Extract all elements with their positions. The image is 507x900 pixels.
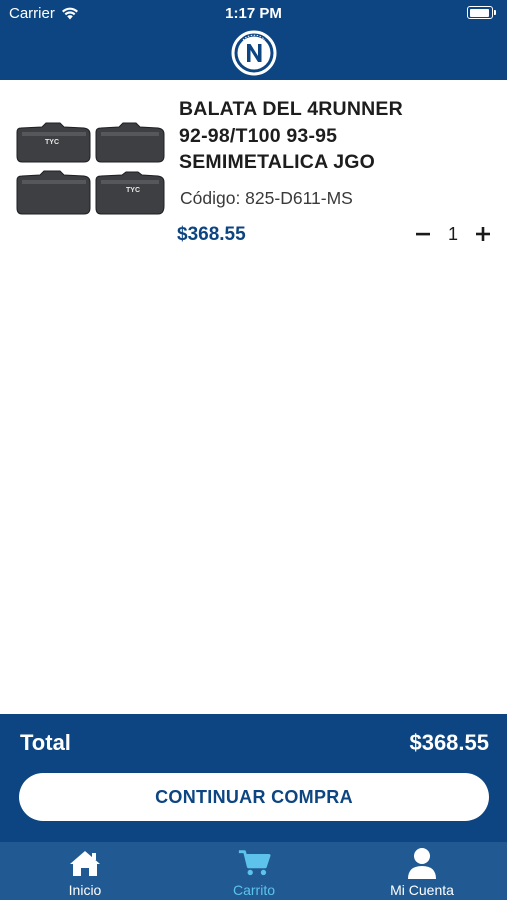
total-label: Total xyxy=(20,730,71,755)
quantity-stepper: 1 xyxy=(410,220,496,248)
checkout-panel: Total $368.55 CONTINUAR COMPRA xyxy=(0,714,507,842)
continue-purchase-button[interactable]: CONTINUAR COMPRA xyxy=(19,773,489,821)
increase-quantity-button[interactable] xyxy=(470,221,496,247)
cart-item: TYC TYC BALATA DEL 4RUNNER 92-98/T100 93… xyxy=(0,80,507,260)
product-title-line: BALATA DEL 4RUNNER xyxy=(179,98,403,120)
tab-label: Inicio xyxy=(68,882,102,898)
status-bar: Carrier 1:17 PM xyxy=(0,0,507,28)
brand-logo-icon xyxy=(231,30,277,76)
tab-carrito[interactable]: Carrito xyxy=(214,842,294,900)
tab-bar: Inicio Carrito Mi Cuenta xyxy=(0,842,507,900)
plus-icon xyxy=(475,227,490,241)
decrease-quantity-button[interactable] xyxy=(410,221,436,247)
tab-label: Mi Cuenta xyxy=(390,882,454,898)
home-icon xyxy=(70,851,100,876)
product-title-line: SEMIMETALICA JGO xyxy=(179,151,376,173)
quantity-value: 1 xyxy=(447,223,458,244)
user-icon xyxy=(408,848,436,879)
product-price: $368.55 xyxy=(177,224,246,245)
tab-inicio[interactable]: Inicio xyxy=(45,842,125,900)
minus-icon xyxy=(416,232,430,236)
product-code: Código: 825-D611-MS xyxy=(180,188,353,208)
battery-icon xyxy=(467,6,496,19)
top-bar: Carrier 1:17 PM xyxy=(0,0,507,80)
cart-icon xyxy=(238,850,271,876)
tab-label: Carrito xyxy=(232,882,275,898)
clock: 1:17 PM xyxy=(225,5,282,22)
brand-text: TYC xyxy=(45,139,59,146)
product-title: BALATA DEL 4RUNNER 92-98/T100 93-95 SEMI… xyxy=(179,96,479,176)
brand-text: TYC xyxy=(126,187,140,194)
total-value: $368.55 xyxy=(409,730,489,755)
tab-mi-cuenta[interactable]: Mi Cuenta xyxy=(372,842,472,900)
product-title-line: 92-98/T100 93-95 xyxy=(179,124,338,147)
brake-pads-image: TYC TYC xyxy=(16,122,165,215)
